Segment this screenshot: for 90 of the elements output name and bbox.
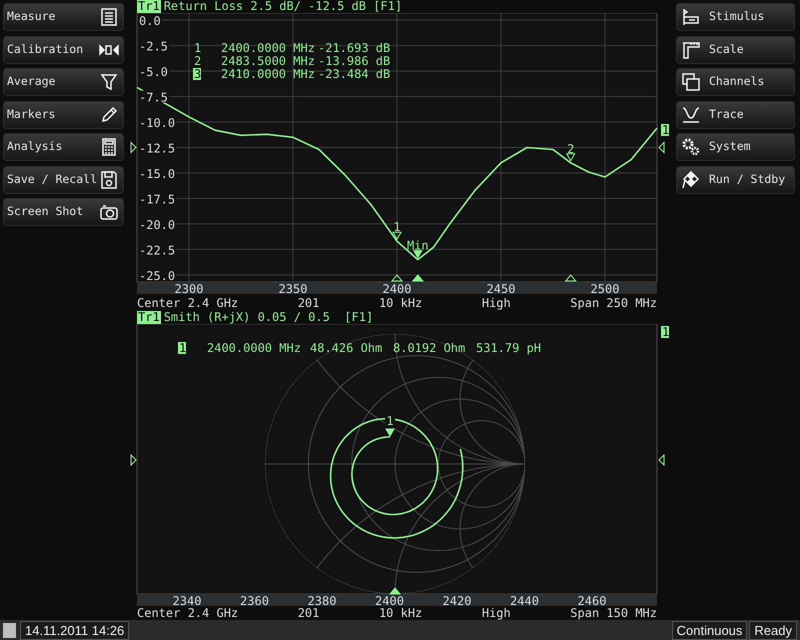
footer-label: Center 2.4 GHz — [137, 606, 238, 620]
menu-button[interactable]: Stimulus — [676, 3, 795, 31]
marker-position-icon — [564, 274, 577, 282]
axis-label: 2400 — [382, 282, 412, 296]
marker-frequency: 2410.0000 MHz — [221, 67, 315, 81]
menu-button[interactable]: Channels — [676, 68, 795, 96]
axis-label: -12.5 — [139, 142, 176, 156]
menu-button[interactable]: System — [676, 133, 795, 161]
footer-label: 201 — [298, 606, 320, 620]
axis-label: 2420 — [442, 594, 472, 606]
ruler-icon — [681, 40, 701, 60]
footer-label: 10 kHz — [378, 296, 422, 310]
sweep-mode: Continuous — [672, 620, 748, 640]
axis-label: 2400 — [375, 594, 404, 606]
axis-label: 0.0 — [139, 14, 161, 28]
wave-icon — [681, 104, 701, 124]
filter-icon — [99, 72, 119, 92]
reference-marker-icon — [130, 453, 137, 466]
axis-label: 2450 — [486, 282, 516, 296]
menu-button[interactable]: Scale — [676, 36, 795, 64]
axis-label: -5.0 — [139, 65, 168, 80]
menu-button[interactable]: Average — [3, 68, 124, 96]
marker-frequency: 2400.0000 MHz — [207, 340, 301, 354]
axis-label: -15.0 — [139, 166, 176, 181]
status-indicator — [3, 622, 16, 638]
marker-triangle-icon — [385, 428, 395, 436]
channel-badge: 1 — [661, 324, 670, 338]
menu-button[interactable]: Run / Stdby — [676, 166, 795, 194]
axis-label: -17.5 — [139, 192, 176, 206]
marker-number: 1 — [194, 41, 202, 55]
axis-label: -10.0 — [139, 116, 176, 130]
axis-label: -7.5 — [139, 90, 168, 105]
footer-label: 10 kHz — [378, 606, 422, 620]
menu-button[interactable]: Calibration — [3, 36, 124, 64]
footer-label: Span 150 MHz — [570, 606, 657, 620]
marker-position-icon — [390, 274, 404, 282]
axis-label: 2300 — [174, 282, 204, 296]
trace-title: Return Loss 2.5 dB/ -12.5 dB [F1] — [164, 0, 402, 13]
marker-value: -21.693 dB — [318, 41, 390, 55]
axis-label: 2440 — [510, 594, 539, 606]
menu-button[interactable]: Analysis — [3, 133, 124, 161]
axis-label: -20.0 — [139, 218, 176, 232]
footer-label: Center 2.4 GHz — [137, 296, 238, 310]
marker-number: 1 — [178, 340, 186, 354]
status-text: Ready — [749, 620, 797, 640]
marker-value: -23.484 dB — [318, 67, 390, 81]
axis-label: 2460 — [578, 594, 606, 606]
trace-tag: Tr1 — [137, 0, 161, 13]
menu-button[interactable]: Trace — [676, 100, 795, 128]
footer-label: 201 — [298, 296, 320, 310]
axis-label: -2.5 — [139, 40, 168, 54]
axis-label: -22.5 — [139, 243, 176, 258]
marker-label: 2 — [567, 142, 574, 156]
axis-label: 2500 — [590, 282, 620, 296]
axis-label: 2340 — [172, 594, 202, 606]
marker-resistance: 48.426 Ohm — [310, 340, 382, 354]
trace-tag: Tr1 — [137, 310, 161, 324]
reference-marker-icon — [658, 141, 664, 154]
reference-marker-icon — [658, 453, 664, 466]
menu-button[interactable]: Save / Recall — [3, 166, 124, 194]
diamond-icon — [681, 170, 701, 190]
marker-label: 1 — [386, 414, 394, 428]
menu-button[interactable]: Measure — [3, 3, 124, 31]
marker-number: 2 — [194, 54, 202, 68]
trace-title: Smith (R+jX) 0.05 / 0.5 [F1] — [164, 310, 374, 324]
axis-label: 2380 — [308, 594, 336, 606]
marker-frequency: 2400.0000 MHz — [221, 41, 315, 55]
marker-label: Min — [406, 238, 429, 253]
pencil-icon — [99, 104, 119, 124]
menu-button[interactable]: Screen Shot — [3, 198, 124, 226]
marker-value: -13.986 dB — [318, 54, 390, 68]
list-icon — [99, 7, 119, 27]
axis-label: 2350 — [278, 282, 308, 296]
marker-inductance: 531.79 pH — [476, 340, 542, 354]
marker-number: 3 — [193, 67, 202, 81]
marker-reactance: 8.0192 Ohm — [393, 340, 466, 354]
footer-label: Span 250 MHz — [570, 296, 657, 310]
windows-icon — [681, 72, 701, 92]
marker-frequency: 2483.5000 MHz — [221, 54, 315, 68]
bracket-icon — [681, 7, 701, 27]
footer-label: High — [482, 296, 511, 310]
marker-label: 1 — [393, 220, 401, 234]
axis-label: 2360 — [240, 594, 269, 606]
footer-label: High — [482, 606, 511, 620]
channel-badge: 1 — [661, 123, 670, 137]
reference-marker-icon — [130, 141, 137, 154]
axis-label: -25.0 — [139, 268, 176, 283]
date-time: 14.11.2011 14:26 — [20, 620, 130, 640]
gears-icon — [681, 137, 701, 157]
menu-button[interactable]: Markers — [3, 100, 124, 128]
